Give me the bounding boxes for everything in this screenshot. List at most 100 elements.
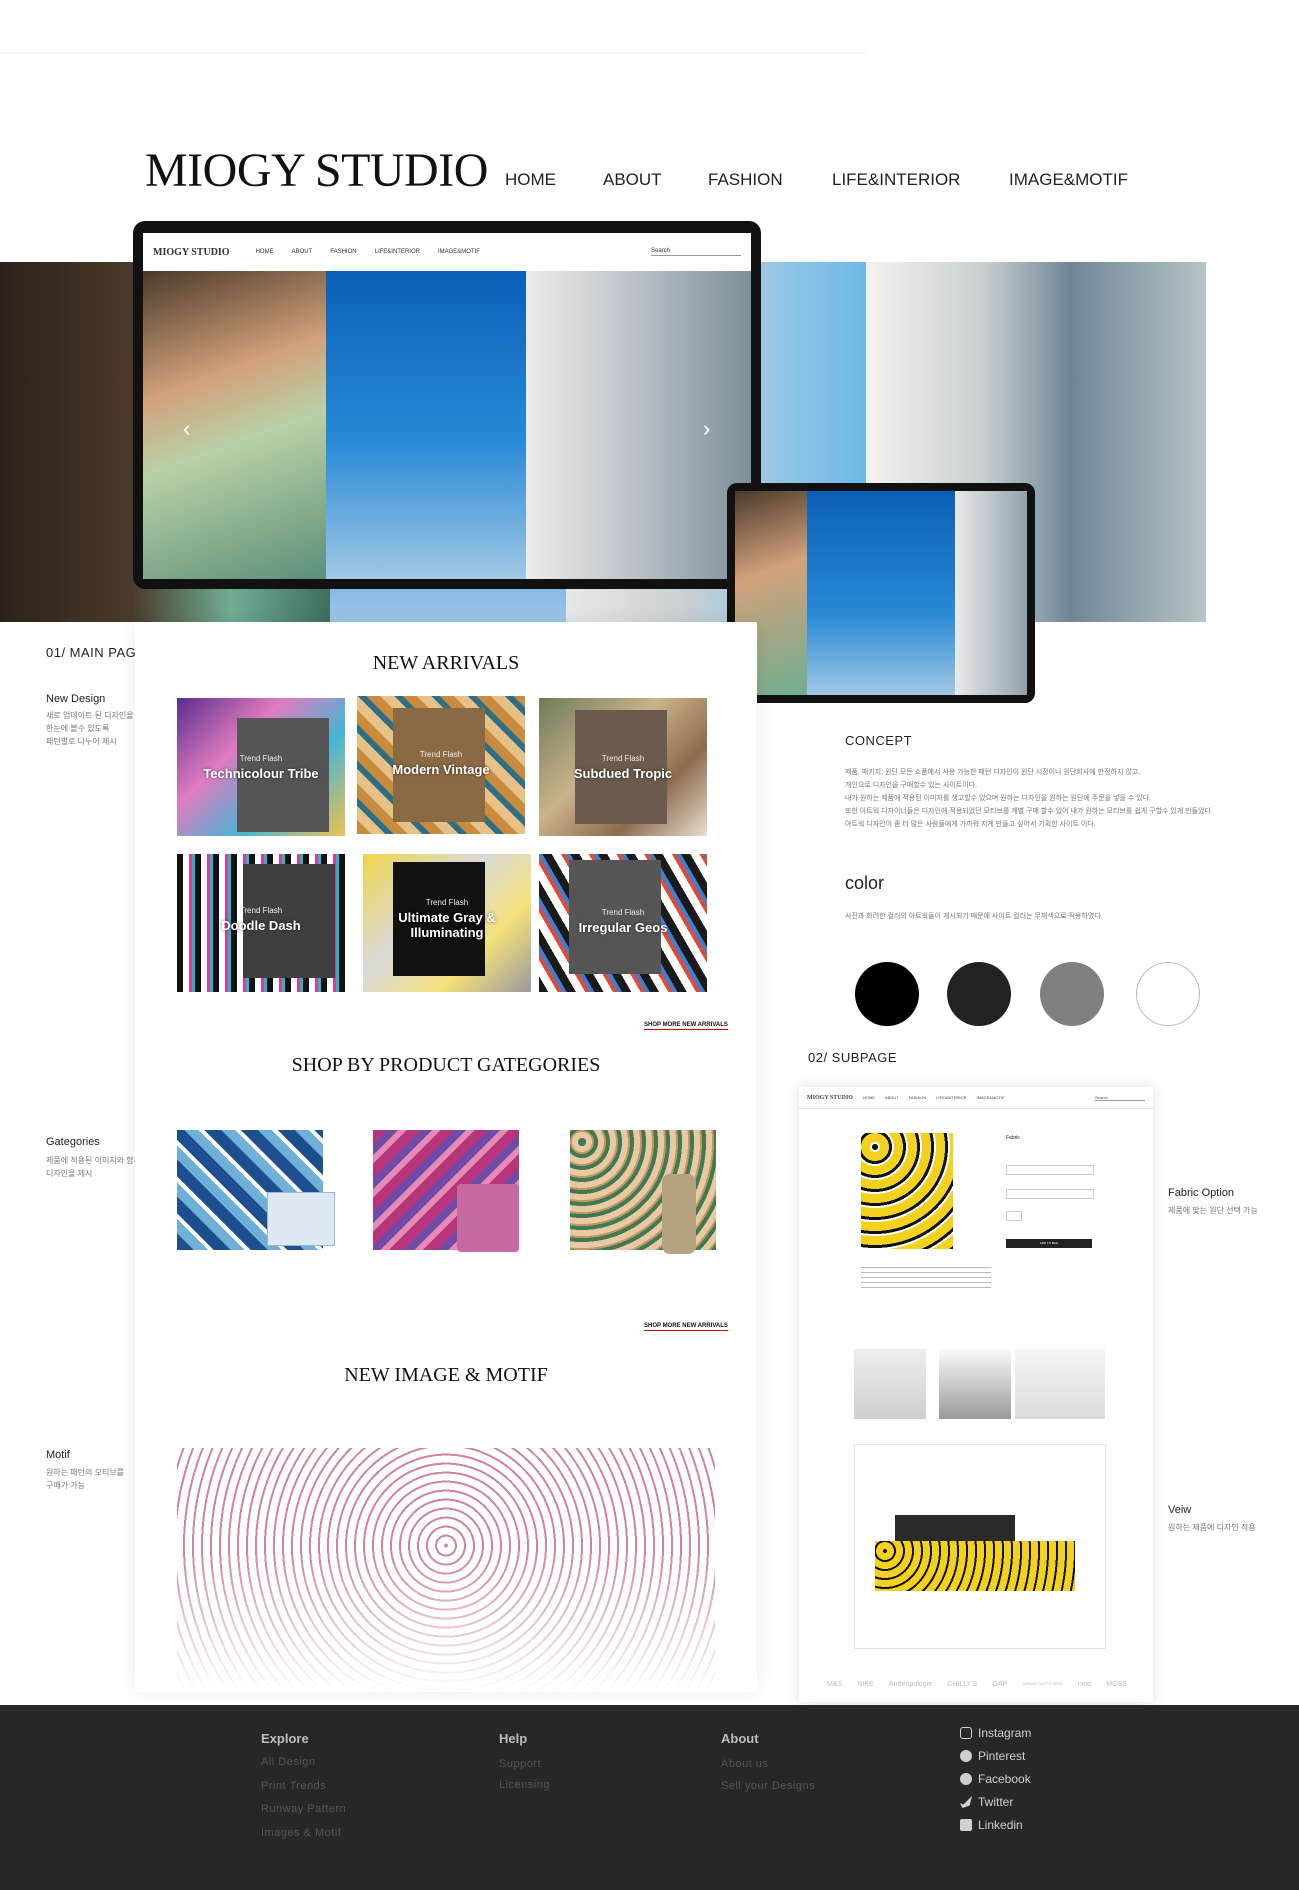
- subpage-preview: MIOGY STUDIO HOME ABOUT FASHION LIFE&INT…: [799, 1087, 1153, 1702]
- brand-logos-row: M&S NIKE Anthropologie CHILLY'S GAP URBA…: [827, 1681, 1127, 1688]
- sub-nav-home[interactable]: HOME: [863, 1095, 875, 1100]
- laptop-screen: MIOGY STUDIO HOME ABOUT FASHION LIFE&INT…: [143, 233, 751, 579]
- swatch-dark-gray: [947, 962, 1011, 1026]
- fabric-swatch-yellow[interactable]: [861, 1133, 953, 1249]
- arrival-card-irregular-geos[interactable]: Trend Flash Irregular Geos: [539, 854, 707, 992]
- bed-cover-pattern: [875, 1541, 1075, 1591]
- fabric-option-title: Fabric Option: [1168, 1187, 1235, 1199]
- trend-flash-label: Trend Flash: [239, 906, 283, 915]
- new-design-title: New Design: [46, 693, 106, 705]
- product-bottle: [662, 1174, 696, 1254]
- laptop-mockup: MIOGY STUDIO HOME ABOUT FASHION LIFE&INT…: [133, 221, 761, 589]
- subpage-label: 02/ SUBPAGE: [808, 1050, 898, 1065]
- arrival-title: Technicolour Tribe: [203, 766, 319, 781]
- view-thumb-stationery[interactable]: [1015, 1349, 1105, 1419]
- main-page-label: 01/ MAIN PAGE: [46, 645, 146, 660]
- footer: Explore All Design Print Trends Runway P…: [0, 1705, 1299, 1890]
- categories-section-title: SHOP BY PRODUCT GATEGORIES: [291, 1054, 601, 1076]
- view-thumb-dress[interactable]: [939, 1349, 1011, 1419]
- fabric-panel-title: Fabric: [1006, 1135, 1020, 1141]
- footer-link-runway-pattern[interactable]: Runway Pattern: [261, 1803, 346, 1815]
- concept-desc: 제품, 패키지, 원단 모든 쇼품에서 사용 가능한 패턴 디자인이 원단 시장…: [845, 769, 1213, 828]
- slide-photo-1: [143, 271, 326, 579]
- footer-linkedin[interactable]: Linkedin: [960, 1818, 1023, 1832]
- motif-title: Motif: [46, 1449, 70, 1461]
- footer-instagram[interactable]: Instagram: [960, 1726, 1031, 1740]
- color-desc: 사진과 화려한 컬러의 아트웍들이 게시되기 때문에 사이트 컬러는 무채색으로…: [845, 913, 1103, 920]
- swatch-gray: [1040, 962, 1104, 1026]
- nav-life-interior[interactable]: LIFE&INTERIOR: [832, 170, 960, 190]
- mock-nav-life[interactable]: LIFE&INTERIOR: [375, 249, 420, 255]
- brand-logo[interactable]: MIOGY STUDIO: [145, 143, 488, 198]
- arrival-title: Subdued Tropic: [573, 766, 673, 781]
- new-design-desc: 새로 업데이트 된 디자인을 한눈에 볼수 있도록 패턴별로 나누어 제시: [46, 711, 134, 746]
- sub-nav-life[interactable]: LIFE&INTERIOR: [936, 1095, 966, 1100]
- concept-title: CONCEPT: [845, 733, 913, 748]
- category-bag[interactable]: [373, 1130, 519, 1252]
- mock-search-input[interactable]: Search: [651, 248, 741, 256]
- arrival-title: Modern Vintage: [392, 762, 490, 777]
- arrival-card-modern-vintage[interactable]: Trend Flash Modern Vintage: [357, 696, 525, 834]
- arrival-title: Doodle Dash: [221, 918, 301, 933]
- arrival-title: Irregular Geos: [578, 920, 668, 935]
- tablet-screen: [735, 491, 1027, 695]
- footer-twitter[interactable]: Twitter: [960, 1795, 1013, 1809]
- footer-link-support[interactable]: Support: [499, 1758, 541, 1770]
- sub-nav-about[interactable]: ABOUT: [885, 1095, 899, 1100]
- shop-more-link-2[interactable]: SHOP MORE NEW ARRIVALS: [644, 1323, 728, 1331]
- mock-nav-about[interactable]: ABOUT: [292, 249, 313, 255]
- footer-link-print-trends[interactable]: Print Trends: [261, 1780, 326, 1792]
- quantity-stepper[interactable]: [1006, 1211, 1022, 1221]
- arrival-card-subdued-tropic[interactable]: Trend Flash Subdued Tropic: [539, 698, 707, 836]
- sub-nav-motif[interactable]: IMAGE&MOTIF: [977, 1095, 1005, 1100]
- mock-brand[interactable]: MIOGY STUDIO: [153, 247, 230, 258]
- product-box: [267, 1192, 335, 1246]
- footer-link-sell-designs[interactable]: Sell your Designs: [721, 1780, 815, 1792]
- arrival-title: Ultimate Gray & Illuminating: [398, 910, 496, 940]
- footer-pinterest[interactable]: Pinterest: [960, 1749, 1025, 1763]
- twitter-icon: [960, 1796, 972, 1808]
- fabric-select[interactable]: [1006, 1165, 1094, 1175]
- motif-desc: 원하는 패턴의 모티브를 구매가 가능: [46, 1468, 125, 1490]
- nav-image-motif[interactable]: IMAGE&MOTIF: [1009, 170, 1128, 190]
- nav-fashion[interactable]: FASHION: [708, 170, 783, 190]
- arrival-card-ultimate-gray[interactable]: Trend Flash Ultimate Gray & Illuminating: [363, 854, 531, 992]
- arrival-card-technicolour-tribe[interactable]: Trend Flash Technicolour Tribe: [177, 698, 345, 836]
- tablet-photo-3: [955, 491, 1027, 695]
- view-thumb-bedding[interactable]: [854, 1349, 926, 1419]
- size-select[interactable]: [1006, 1189, 1094, 1199]
- slider-prev-icon[interactable]: ‹: [183, 416, 190, 442]
- categories-desc: 제품에 적용된 이미지와 함께 디자인을 제시: [46, 1156, 141, 1178]
- shop-more-link[interactable]: SHOP MORE NEW ARRIVALS: [644, 1022, 728, 1030]
- swatch-white: [1136, 962, 1200, 1026]
- color-title: color: [845, 873, 885, 893]
- sub-nav-fashion[interactable]: FASHION: [909, 1095, 927, 1100]
- slider-next-icon[interactable]: ›: [703, 416, 710, 442]
- product-details-text: [861, 1267, 991, 1289]
- nav-about[interactable]: ABOUT: [603, 170, 662, 190]
- trend-flash-label: Trend Flash: [601, 908, 645, 917]
- footer-facebook[interactable]: Facebook: [960, 1772, 1031, 1786]
- categories-title: Gategories: [46, 1136, 100, 1148]
- sub-search-input[interactable]: Search: [1095, 1095, 1145, 1101]
- footer-link-images-motif[interactable]: Images & Motif: [261, 1827, 341, 1839]
- mock-nav-motif[interactable]: IMAGE&MOTIF: [438, 249, 480, 255]
- footer-link-about-us[interactable]: About us: [721, 1758, 768, 1770]
- footer-link-all-design[interactable]: All Design: [261, 1756, 316, 1768]
- view-desc: 원하는 제품에 디자인 적용: [1168, 1523, 1256, 1532]
- sub-brand[interactable]: MIOGY STUDIO: [807, 1095, 853, 1101]
- footer-about-title: About: [721, 1731, 759, 1746]
- add-to-bag-button[interactable]: ADD TO BAG: [1006, 1239, 1092, 1248]
- instagram-icon: [960, 1727, 972, 1739]
- footer-link-licensing[interactable]: Licensing: [499, 1779, 550, 1791]
- product-bag: [457, 1184, 519, 1252]
- view-preview-bed[interactable]: [854, 1444, 1106, 1649]
- nav-home[interactable]: HOME: [505, 170, 556, 190]
- mock-nav-fashion[interactable]: FASHION: [330, 249, 356, 255]
- category-bottle[interactable]: [570, 1130, 716, 1254]
- footer-explore-title: Explore: [261, 1731, 309, 1746]
- mock-nav-home[interactable]: HOME: [256, 249, 274, 255]
- category-packaging[interactable]: [177, 1130, 335, 1250]
- arrival-card-doodle-dash[interactable]: Trend Flash Doodle Dash: [177, 854, 345, 992]
- hero-slider: ‹ ›: [143, 271, 751, 579]
